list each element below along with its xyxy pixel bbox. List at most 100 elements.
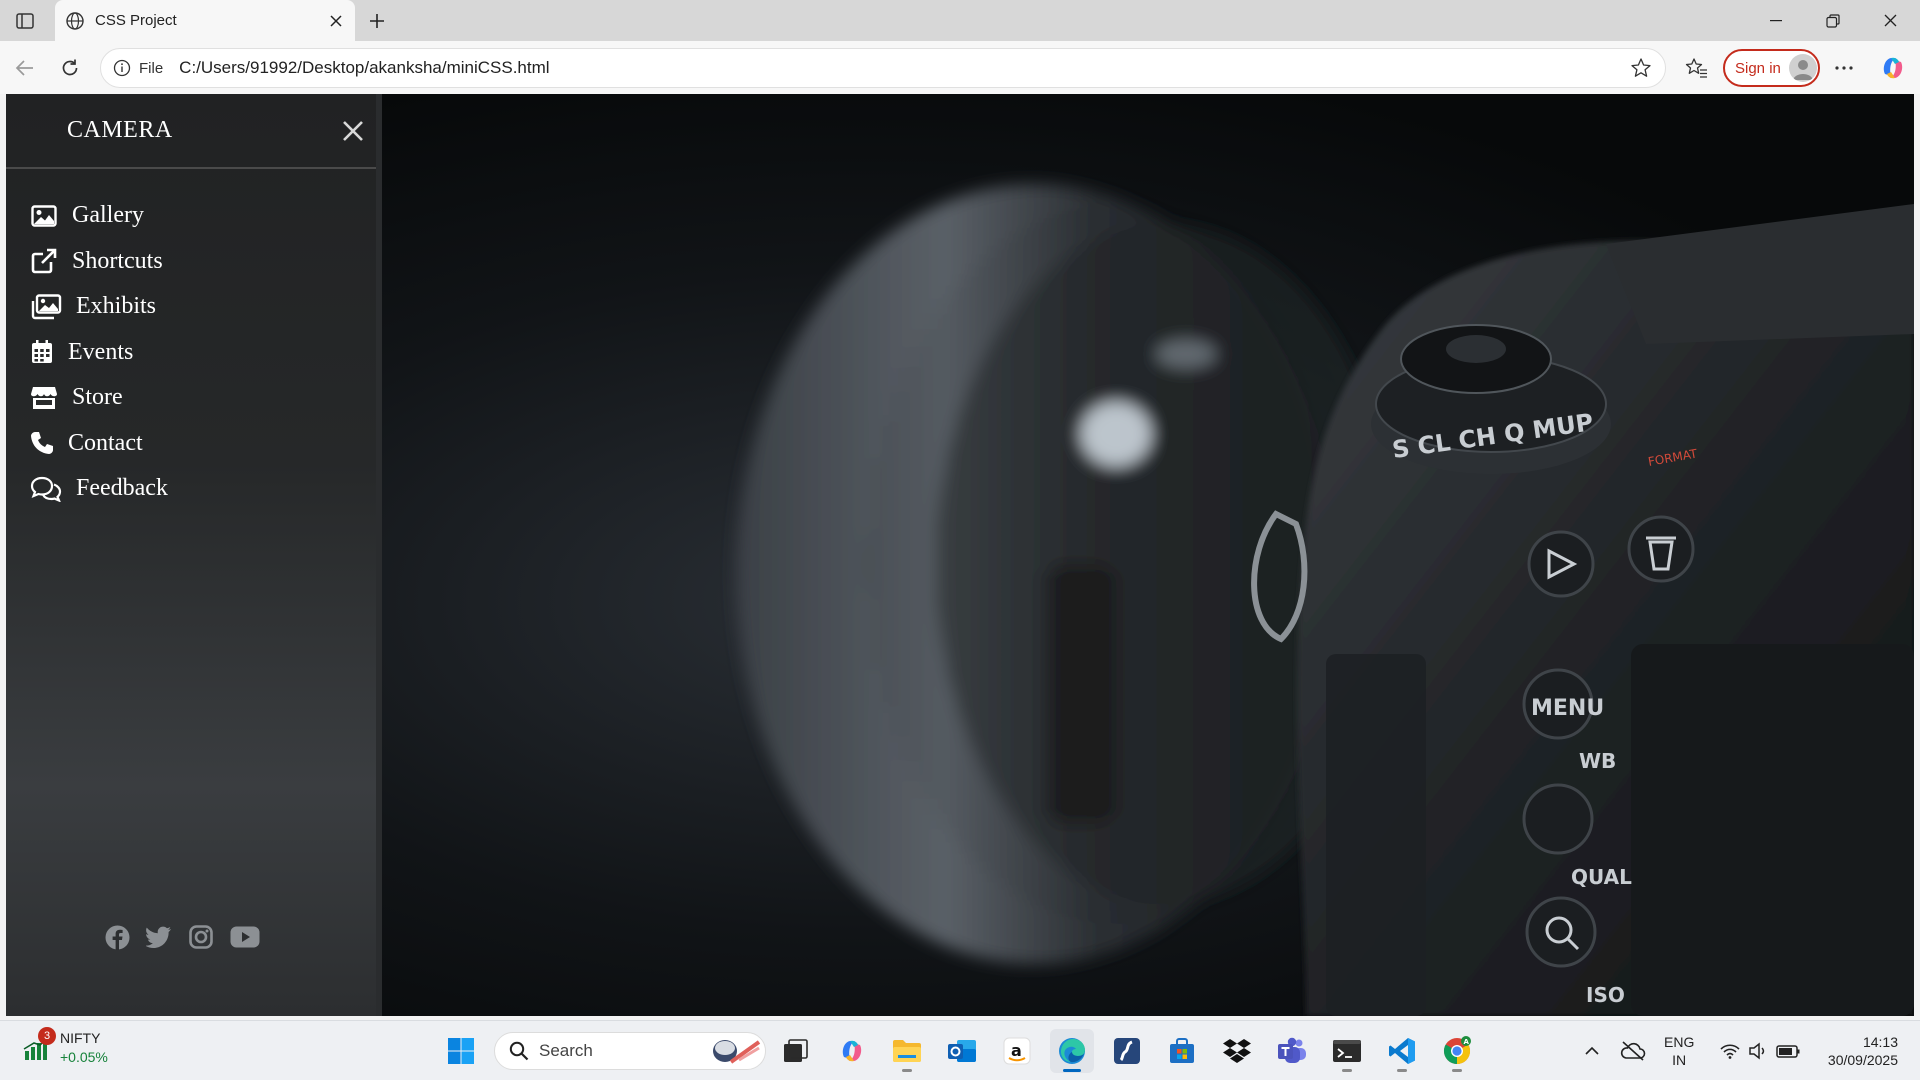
vertical-tabs-button[interactable] xyxy=(10,7,40,35)
system-clock[interactable]: 14:13 30/09/2025 xyxy=(1812,1033,1898,1069)
terminal-button[interactable] xyxy=(1325,1029,1369,1073)
close-icon xyxy=(330,14,342,27)
settings-more-button[interactable] xyxy=(1827,51,1861,85)
menu-title: CAMERA xyxy=(67,117,173,143)
market-widget-text: NIFTY +0.05% xyxy=(60,1029,108,1067)
edge-icon xyxy=(1059,1038,1085,1064)
sidebar-icon xyxy=(16,13,34,29)
battery-icon xyxy=(1776,1045,1800,1058)
youtube-icon[interactable] xyxy=(230,924,260,950)
chrome-button[interactable]: A xyxy=(1435,1029,1479,1073)
back-button[interactable] xyxy=(8,51,42,85)
copilot-button[interactable] xyxy=(1876,51,1910,85)
menu-item-contact[interactable]: Contact xyxy=(6,421,376,467)
menu-item-label: Feedback xyxy=(76,475,168,502)
task-view-button[interactable] xyxy=(774,1029,818,1073)
taskbar-search[interactable]: Search xyxy=(494,1032,766,1070)
clock-time: 14:13 xyxy=(1862,1034,1898,1050)
market-widget[interactable]: 3 NIFTY +0.05% xyxy=(22,1027,108,1067)
facebook-icon[interactable] xyxy=(104,924,130,950)
language-indicator[interactable]: ENG IN xyxy=(1664,1033,1694,1069)
language-region: IN xyxy=(1672,1052,1687,1068)
wifi-icon xyxy=(1720,1044,1740,1059)
dropbox-icon xyxy=(1223,1039,1251,1063)
images-icon xyxy=(30,293,62,321)
search-placeholder: Search xyxy=(539,1041,593,1060)
menu-item-gallery[interactable]: Gallery xyxy=(6,193,376,239)
onedrive-status-button[interactable] xyxy=(1611,1029,1655,1073)
instagram-icon[interactable] xyxy=(188,924,214,950)
terminal-icon xyxy=(1333,1040,1361,1062)
arrow-left-icon xyxy=(15,60,33,76)
more-icon xyxy=(1835,66,1853,70)
file-explorer-button[interactable] xyxy=(885,1029,929,1073)
menu-item-label: Contact xyxy=(68,429,143,456)
start-button[interactable] xyxy=(439,1029,483,1073)
tab-close-button[interactable] xyxy=(323,8,349,34)
menu-item-label: Events xyxy=(68,338,134,365)
page-viewport: S CL CH Q MUP FORMAT MENU WB QUAL ISO CA… xyxy=(6,94,1914,1016)
restore-button[interactable] xyxy=(1805,0,1861,41)
outlook-button[interactable] xyxy=(940,1029,984,1073)
close-icon xyxy=(1884,14,1896,27)
sign-in-label: Sign in xyxy=(1735,59,1781,77)
restore-icon xyxy=(1826,13,1840,28)
menu-item-feedback[interactable]: Feedback xyxy=(6,466,376,512)
url-text[interactable]: C:/Users/91992/Desktop/akanksha/miniCSS.… xyxy=(179,58,1623,78)
url-scheme-label: File xyxy=(139,59,164,77)
menu-item-events[interactable]: Events xyxy=(6,330,376,376)
taskbar: 3 NIFTY +0.05% Search a A ENG IN 14:13 3… xyxy=(0,1020,1920,1080)
add-favorite-button[interactable] xyxy=(1623,50,1659,86)
browser-tab[interactable]: CSS Project xyxy=(55,0,355,41)
teams-button[interactable] xyxy=(1270,1029,1314,1073)
new-tab-button[interactable] xyxy=(362,6,392,36)
app-s-button[interactable] xyxy=(1105,1029,1149,1073)
quick-settings-button[interactable] xyxy=(1714,1029,1810,1073)
store-icon xyxy=(30,384,58,412)
browser-tabstrip: CSS Project xyxy=(0,0,1920,41)
copilot-app-button[interactable] xyxy=(830,1029,874,1073)
plus-icon xyxy=(370,14,384,28)
menu-item-store[interactable]: Store xyxy=(6,375,376,421)
vscode-icon xyxy=(1389,1038,1415,1064)
store-bag-icon xyxy=(1170,1038,1194,1063)
microsoft-store-button[interactable] xyxy=(1160,1029,1204,1073)
qual-label: QUAL xyxy=(1571,865,1632,889)
close-window-button[interactable] xyxy=(1862,0,1918,41)
side-menu: CAMERA Gallery Shortcuts Exhibits Events… xyxy=(6,94,382,1016)
language-code: ENG xyxy=(1664,1034,1695,1050)
comments-icon xyxy=(30,475,62,503)
menu-header: CAMERA xyxy=(6,94,376,169)
chevron-up-icon xyxy=(1585,1046,1599,1055)
favorites-icon xyxy=(1685,58,1707,78)
chrome-icon: A xyxy=(1443,1036,1471,1065)
svg-text:A: A xyxy=(1464,1038,1470,1046)
refresh-button[interactable] xyxy=(53,51,87,85)
favorites-button[interactable] xyxy=(1680,51,1714,85)
image-icon xyxy=(30,202,58,230)
sign-in-button[interactable]: Sign in xyxy=(1723,49,1820,87)
address-bar[interactable]: File C:/Users/91992/Desktop/akanksha/min… xyxy=(100,48,1666,88)
app-s-icon xyxy=(1114,1038,1140,1064)
svg-text:a: a xyxy=(1011,1041,1022,1060)
menu-item-label: Store xyxy=(72,384,123,411)
market-index-name: NIFTY xyxy=(60,1030,101,1046)
edge-button[interactable] xyxy=(1050,1029,1094,1073)
menu-item-label: Gallery xyxy=(72,202,144,229)
external-link-icon xyxy=(30,247,58,275)
amazon-button[interactable]: a xyxy=(995,1029,1039,1073)
twitter-icon[interactable] xyxy=(146,924,172,950)
minimize-button[interactable] xyxy=(1748,0,1804,41)
system-status-icons xyxy=(1720,1042,1800,1060)
iso-label: ISO xyxy=(1586,983,1625,1007)
amazon-icon: a xyxy=(1003,1037,1031,1065)
tab-title: CSS Project xyxy=(95,12,177,29)
dropbox-button[interactable] xyxy=(1215,1029,1259,1073)
copilot-icon xyxy=(842,1040,862,1062)
menu-item-exhibits[interactable]: Exhibits xyxy=(6,284,376,330)
vscode-button[interactable] xyxy=(1380,1029,1424,1073)
menu-close-button[interactable] xyxy=(336,114,370,148)
site-info-button[interactable]: File xyxy=(113,59,179,77)
show-hidden-icons-button[interactable] xyxy=(1570,1029,1614,1073)
menu-item-shortcuts[interactable]: Shortcuts xyxy=(6,239,376,285)
